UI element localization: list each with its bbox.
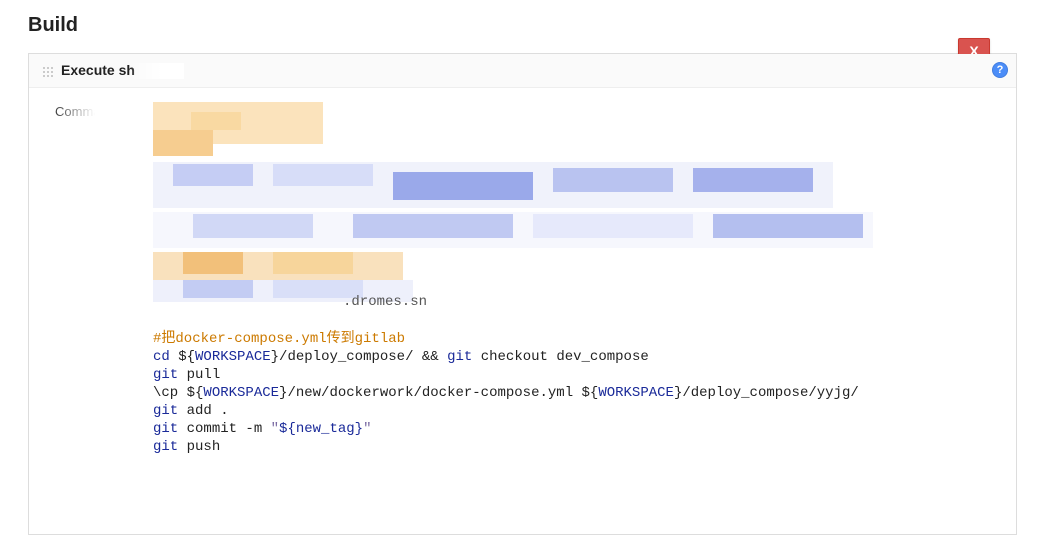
command-textarea[interactable]: .dromes.sn #把docker-compose.yml传到gitlab … xyxy=(153,102,1004,532)
build-panel: X Execute sh ? Comma xyxy=(28,53,1017,535)
build-section-title: Build xyxy=(28,14,1017,37)
help-icon[interactable]: ? xyxy=(992,62,1008,78)
step-header[interactable]: Execute sh ? xyxy=(29,54,1016,88)
censored-code-overlay xyxy=(153,102,873,307)
shell-command-code[interactable]: #把docker-compose.yml传到gitlab cd ${WORKSP… xyxy=(153,312,859,474)
step-title: Execute sh xyxy=(61,62,184,79)
censored-trailing-text: .dromes.sn xyxy=(343,294,427,310)
drag-handle-icon[interactable] xyxy=(41,65,53,77)
build-step-execute-shell: Execute sh ? Comma xyxy=(29,54,1016,532)
command-field-label: Comma xyxy=(55,102,153,124)
